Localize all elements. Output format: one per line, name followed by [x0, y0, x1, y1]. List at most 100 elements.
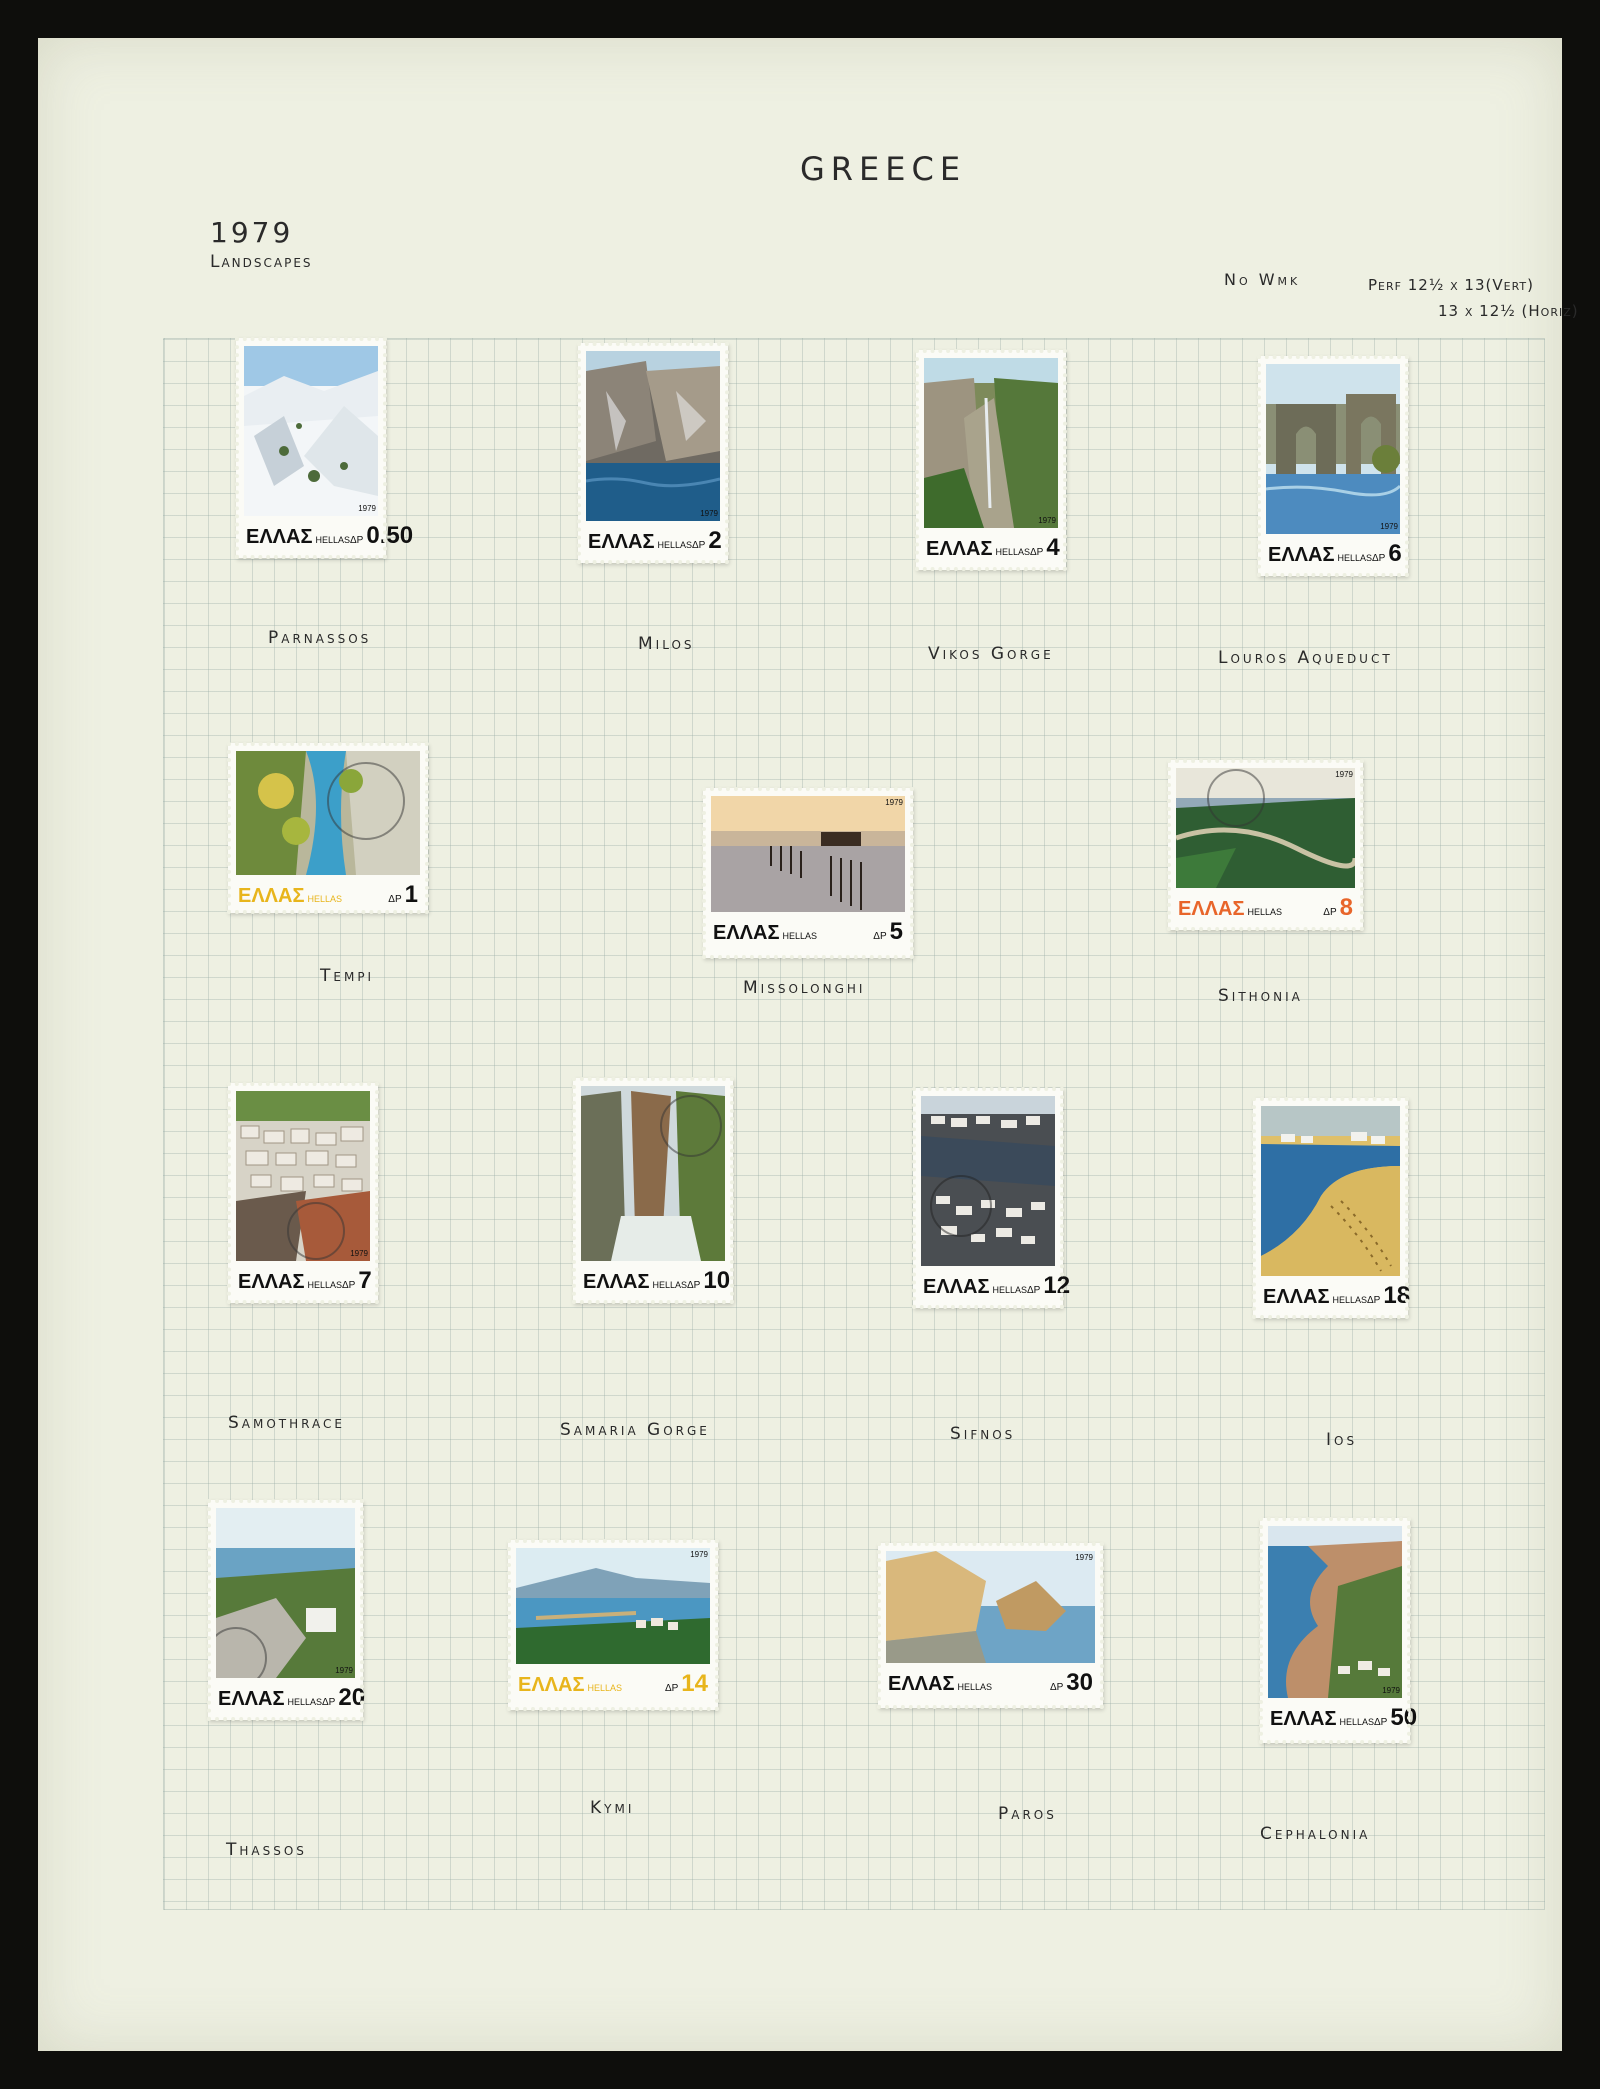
stamp-thassos: ΕΛΛΑΣ HELLAS ΔΡ 20 1979	[205, 1499, 366, 1721]
stamp-latin: HELLAS	[307, 894, 342, 904]
stamp-year: 1979	[350, 1249, 368, 1258]
stamp-sifnos: ΕΛΛΑΣ HELLAS ΔΡ 12	[912, 1087, 1070, 1309]
stamp-image	[1268, 1526, 1402, 1698]
stamp-label: Ios	[1326, 1430, 1358, 1450]
stamp-samothrace: ΕΛΛΑΣ HELLAS ΔΡ 7 1979	[227, 1082, 379, 1304]
stamp-image	[585, 351, 721, 521]
stamp-label: Cephalonia	[1260, 1824, 1371, 1844]
stamp-ios: ΕΛΛΑΣ HELLAS ΔΡ 18	[1252, 1097, 1411, 1319]
stamp-year: 1979	[1075, 1553, 1093, 1562]
stamp-label: Paros	[998, 1804, 1057, 1824]
stamp-country: ΕΛΛΑΣ	[713, 922, 780, 944]
stamp-latin: HELLAS	[652, 1280, 687, 1290]
stamp-label: Milos	[638, 634, 695, 654]
stamp-image	[886, 1551, 1095, 1663]
stamp-label: Parnassos	[268, 628, 372, 648]
stamp-year: 1979	[1335, 770, 1353, 779]
stamp-image	[236, 751, 420, 875]
stamp-currency: ΔΡ	[322, 1697, 336, 1708]
perforation-note-vertical: Perf 12½ x 13(Vert)	[1368, 276, 1534, 294]
stamp-image	[1175, 768, 1358, 888]
stamp-currency: ΔΡ	[342, 1280, 356, 1291]
stamp-value: 18	[1383, 1282, 1411, 1309]
stamp-louros-aqueduct: ΕΛΛΑΣ HELLAS ΔΡ 6 1979	[1257, 355, 1409, 577]
stamp-label: Thassos	[226, 1840, 307, 1860]
stamp-currency: ΔΡ	[1372, 553, 1386, 564]
stamp-label: Samothrace	[228, 1413, 345, 1433]
stamp-country: ΕΛΛΑΣ	[238, 885, 305, 907]
stamp-country: ΕΛΛΑΣ	[218, 1688, 285, 1710]
stamp-value: 5	[889, 918, 903, 945]
stamp-latin: HELLAS	[587, 1683, 622, 1693]
album-page: GREECE 1979 Landscapes No Wmk Perf 12½ x…	[38, 38, 1578, 2051]
stamp-year: 1979	[358, 504, 376, 513]
stamp-milos: ΕΛΛΑΣ HELLAS ΔΡ 2 1979	[577, 342, 729, 564]
stamp-image	[1265, 364, 1402, 534]
stamp-currency: ΔΡ	[687, 1280, 701, 1291]
stamp-year: 1979	[885, 798, 903, 807]
stamp-country: ΕΛΛΑΣ	[888, 1673, 955, 1695]
stamp-value: 2	[708, 527, 722, 554]
stamp-tempi: ΕΛΛΑΣ HELLAS ΔΡ 1	[227, 742, 429, 914]
stamp-latin: HELLAS	[657, 540, 692, 550]
stamp-value: 10	[703, 1267, 731, 1294]
stamp-parnassos: ΕΛΛΑΣ HELLAS ΔΡ 0.50 1979	[235, 337, 413, 559]
watermark-note: No Wmk	[1224, 270, 1301, 289]
page-title: GREECE	[800, 150, 967, 188]
stamp-image	[711, 796, 905, 912]
perforation-note-horizontal: 13 x 12½ (Horiz)	[1438, 302, 1579, 320]
stamp-latin: HELLAS	[995, 547, 1030, 557]
stamp-latin: HELLAS	[1339, 1717, 1374, 1727]
stamp-currency: ΔΡ	[1367, 1295, 1381, 1306]
stamp-currency: ΔΡ	[350, 535, 364, 546]
stamp-label: Kymi	[590, 1798, 635, 1818]
stamp-latin: HELLAS	[957, 1682, 992, 1692]
stamp-country: ΕΛΛΑΣ	[583, 1271, 650, 1293]
stamp-year: 1979	[1382, 1686, 1400, 1695]
stamp-value: 6	[1388, 540, 1402, 567]
stamp-latin: HELLAS	[307, 1280, 342, 1290]
stamp-country: ΕΛΛΑΣ	[1178, 898, 1245, 920]
stamp-label: Sithonia	[1218, 986, 1303, 1006]
stamp-country: ΕΛΛΑΣ	[518, 1674, 585, 1696]
stamp-label: Samaria Gorge	[560, 1420, 710, 1440]
stamp-value: 12	[1043, 1272, 1071, 1299]
stamp-image	[516, 1548, 710, 1664]
issue-subtitle: Landscapes	[210, 252, 313, 272]
stamp-label: Missolonghi	[743, 978, 866, 998]
stamp-country: ΕΛΛΑΣ	[588, 531, 655, 553]
stamp-value: 1	[404, 881, 418, 908]
stamp-value: 30	[1066, 1669, 1093, 1696]
issue-year: 1979	[210, 216, 294, 249]
stamp-currency: ΔΡ	[1374, 1717, 1388, 1728]
stamp-latin: HELLAS	[1337, 553, 1372, 563]
stamp-year: 1979	[1038, 516, 1056, 525]
stamp-currency: ΔΡ	[388, 894, 402, 905]
stamp-missolonghi: ΕΛΛΑΣ HELLAS ΔΡ 5 1979	[702, 787, 914, 959]
stamp-label: Sifnos	[950, 1424, 1016, 1444]
stamp-currency: ΔΡ	[692, 540, 706, 551]
stamp-latin: HELLAS	[1332, 1295, 1367, 1305]
stamp-currency: ΔΡ	[873, 931, 887, 942]
stamp-country: ΕΛΛΑΣ	[246, 526, 313, 548]
stamp-year: 1979	[1380, 522, 1398, 531]
stamp-currency: ΔΡ	[1030, 547, 1044, 558]
stamp-image	[1261, 1106, 1400, 1276]
stamp-value: 50	[1390, 1704, 1418, 1731]
stamp-paros: ΕΛΛΑΣ HELLAS ΔΡ 30 1979	[877, 1542, 1104, 1709]
stamp-value: 0.50	[366, 522, 414, 549]
stamp-country: ΕΛΛΑΣ	[926, 538, 993, 560]
stamp-image	[921, 1096, 1055, 1266]
stamp-country: ΕΛΛΑΣ	[1263, 1286, 1330, 1308]
stamp-year: 1979	[690, 1550, 708, 1559]
stamp-samaria-gorge: ΕΛΛΑΣ HELLAS ΔΡ 10	[572, 1077, 734, 1304]
stamp-country: ΕΛΛΑΣ	[923, 1276, 990, 1298]
stamp-value: 4	[1046, 534, 1060, 561]
stamp-value: 20	[338, 1684, 366, 1711]
stamp-latin: HELLAS	[1247, 907, 1282, 917]
stamp-sithonia: ΕΛΛΑΣ HELLAS ΔΡ 8 1979	[1167, 759, 1364, 931]
stamp-year: 1979	[335, 1666, 353, 1675]
stamp-country: ΕΛΛΑΣ	[238, 1271, 305, 1293]
stamp-image	[205, 1508, 355, 1689]
stamp-value: 7	[358, 1267, 372, 1294]
